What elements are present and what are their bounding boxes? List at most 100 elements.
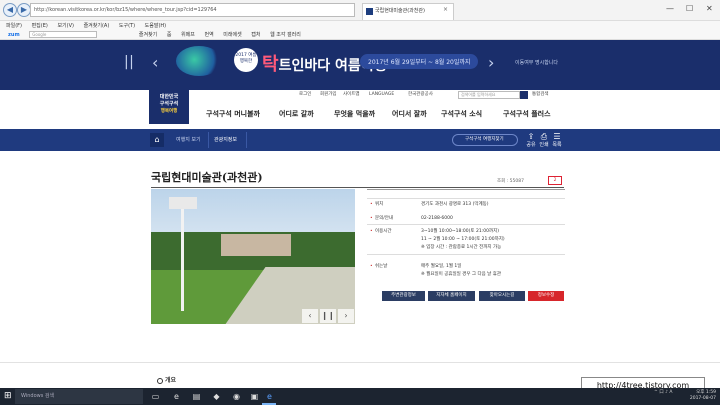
- info-value: 11 ~ 2월 10:00 ~ 17:00(토 21:00까지): [421, 237, 505, 242]
- windows-search-input[interactable]: Windows 검색: [15, 389, 143, 404]
- task-view-icon[interactable]: ▭: [151, 392, 160, 401]
- fav-item-5[interactable]: 미래에셋: [223, 31, 241, 39]
- tab-favicon-icon: [366, 8, 373, 15]
- print-button[interactable]: ⎙ 인쇄: [537, 132, 551, 148]
- menu-file[interactable]: 파일(F): [6, 23, 22, 29]
- photo-pause-icon[interactable]: ❙❙: [320, 309, 336, 323]
- homepage-button[interactable]: 지자체 홈페이지: [428, 291, 475, 301]
- info-note: ※ 입장 시간 : 관람종료 1시간 전까지 가능: [421, 245, 502, 250]
- list-label: 목록: [552, 142, 562, 148]
- maximize-button[interactable]: ☐: [686, 4, 693, 13]
- site-search-input[interactable]: 검색어를 입력하세요: [458, 91, 520, 99]
- nav-item-6[interactable]: 구석구석 플러스: [503, 109, 551, 119]
- file-explorer-icon[interactable]: ▤: [192, 392, 201, 401]
- url-input[interactable]: http://korean.visitkorea.or.kr/kor/bz15/…: [30, 3, 355, 17]
- fav-item-2[interactable]: 줌: [167, 31, 172, 39]
- banner-prev-icon[interactable]: ‹: [152, 53, 158, 72]
- banner-next-icon[interactable]: ›: [488, 53, 494, 72]
- browser-address-bar: ◀ ▶ http://korean.visitkorea.or.kr/kor/b…: [0, 0, 720, 21]
- festival-date: 2017년 6월 29일부터 ~ 8월 20일까지: [360, 54, 479, 69]
- nav-item-3[interactable]: 무엇을 먹을까: [334, 109, 375, 119]
- like-button[interactable]: 2: [548, 176, 562, 185]
- breadcrumb-item-2[interactable]: 관광지정보: [214, 136, 237, 143]
- festival-banner[interactable]: | | ‹ 2017 여름 행복한 탁트인바다 여름여행 2017년 6월 29…: [0, 40, 720, 90]
- breadcrumb-item-1[interactable]: 여행지 보기: [176, 136, 201, 143]
- info-value: 3~10월 10:00~18:00(토 21:00까지): [421, 229, 499, 234]
- photo-next-icon[interactable]: ›: [338, 309, 354, 323]
- nearby-info-button[interactable]: 주변관광정보: [382, 291, 425, 301]
- google-search-input[interactable]: Google: [29, 31, 98, 38]
- fav-item-6[interactable]: 캡처: [251, 31, 260, 39]
- fav-item-7[interactable]: 웹 조각 갤러리: [270, 31, 301, 39]
- menu-tools[interactable]: 도구(T): [119, 23, 135, 29]
- zum-logo[interactable]: zum: [8, 31, 20, 39]
- minimize-button[interactable]: —: [666, 4, 674, 13]
- print-label: 인쇄: [539, 142, 549, 148]
- festival-title-big: 탁: [262, 54, 279, 75]
- browser-tab[interactable]: 국립현대미술관(과천관): [362, 3, 454, 20]
- photo-lamp-post: [181, 201, 184, 311]
- info-row-closed: 쉬는날 매주 월요일, 1월 1일 ※ 월요일이 공휴일일 경우 그 다음 날 …: [367, 255, 565, 281]
- banner-pause-icon[interactable]: | |: [124, 54, 134, 70]
- directions-button[interactable]: 찾아오시는길: [479, 291, 525, 301]
- internet-explorer-icon[interactable]: e: [265, 392, 274, 401]
- festival-link[interactable]: 이동여부 명시합니다: [515, 59, 558, 66]
- tab-close-icon[interactable]: ×: [443, 6, 448, 13]
- taskbar-clock[interactable]: 오후 1:59 2017-08-07: [672, 390, 716, 402]
- festival-logo-image: [176, 46, 222, 76]
- fav-item-3[interactable]: 위메프: [181, 31, 195, 39]
- info-value: 매주 월요일, 1월 1일: [421, 264, 462, 269]
- nav-item-5[interactable]: 구석구석 소식: [441, 109, 482, 119]
- museum-photo: [151, 189, 355, 324]
- info-row-location: [367, 189, 565, 199]
- list-button[interactable]: ☰ 목록: [550, 132, 564, 148]
- overview-heading[interactable]: 개요: [157, 375, 176, 384]
- back-arrow-icon: ◀: [6, 5, 14, 14]
- clock-date: 2017-08-07: [689, 396, 716, 401]
- fav-item-4[interactable]: 번역: [204, 31, 213, 39]
- utility-bar: 로그인 회원가입 사이트맵 LANGUAGE 한국관광공사 검색어를 입력하세요…: [0, 89, 720, 100]
- photo-prev-icon[interactable]: ‹: [302, 309, 318, 323]
- share-label: 공유: [526, 142, 536, 148]
- kto-link[interactable]: 한국관광공사: [408, 89, 433, 100]
- edit-info-button[interactable]: 정보수정: [528, 291, 564, 301]
- info-note: ※ 월요일이 공휴일일 경우 그 다음 날 휴관: [421, 272, 502, 277]
- sitemap-link[interactable]: 사이트맵: [343, 89, 360, 100]
- language-link[interactable]: LANGUAGE: [369, 89, 394, 100]
- section-divider: [0, 362, 720, 363]
- edge-icon[interactable]: e: [172, 392, 181, 401]
- signup-link[interactable]: 회원가입: [320, 89, 337, 100]
- trip-finder-button[interactable]: 구석구석 여행지찾기: [452, 134, 518, 146]
- login-link[interactable]: 로그인: [299, 89, 311, 100]
- system-tray[interactable]: ^ 口 ♪ A: [654, 389, 673, 395]
- menu-edit[interactable]: 편집(E): [32, 23, 48, 29]
- search-icon[interactable]: [520, 91, 528, 99]
- chrome-icon[interactable]: ◉: [232, 392, 241, 401]
- info-key: 문의/안내: [370, 215, 393, 222]
- info-row-hours: 이용시간 3~10월 10:00~18:00(토 21:00까지) 11 ~ 2…: [367, 225, 565, 255]
- integrated-search-link[interactable]: 통합검색: [532, 89, 549, 100]
- forward-button[interactable]: ▶: [17, 3, 31, 17]
- info-row-contact: 문의/안내 02-2188-6000: [367, 210, 565, 225]
- nav-item-4[interactable]: 어디서 잘까: [392, 109, 427, 119]
- overview-label: 개요: [165, 377, 177, 384]
- menu-view[interactable]: 보기(V): [57, 23, 74, 29]
- share-icon: ⇪: [527, 132, 535, 141]
- share-button[interactable]: ⇪ 공유: [524, 132, 538, 148]
- menu-help[interactable]: 도움말(H): [145, 23, 166, 29]
- fav-item-1[interactable]: 즐겨찾기: [139, 31, 157, 39]
- menu-favorites[interactable]: 즐겨찾기(A): [84, 23, 110, 29]
- store-icon[interactable]: ◆: [212, 392, 221, 401]
- info-key: 이용시간: [370, 228, 391, 235]
- favorites-bar: zum Google 즐겨찾기 줌 위메프 번역 미래에셋 캡처 웹 조각 갤러…: [0, 31, 720, 40]
- nav-item-2[interactable]: 어디로 갈까: [279, 109, 314, 119]
- close-window-button[interactable]: ✕: [706, 4, 713, 13]
- print-icon: ⎙: [540, 132, 548, 141]
- windows-start-icon[interactable]: ⊞: [4, 392, 13, 401]
- app-icon[interactable]: ▣: [250, 392, 259, 401]
- home-icon[interactable]: ⌂: [150, 133, 164, 147]
- nav-item-1[interactable]: 구석구석 머니볼까: [206, 109, 260, 119]
- back-button[interactable]: ◀: [3, 3, 17, 17]
- breadcrumb-divider: [246, 132, 247, 148]
- list-icon: ☰: [553, 132, 561, 141]
